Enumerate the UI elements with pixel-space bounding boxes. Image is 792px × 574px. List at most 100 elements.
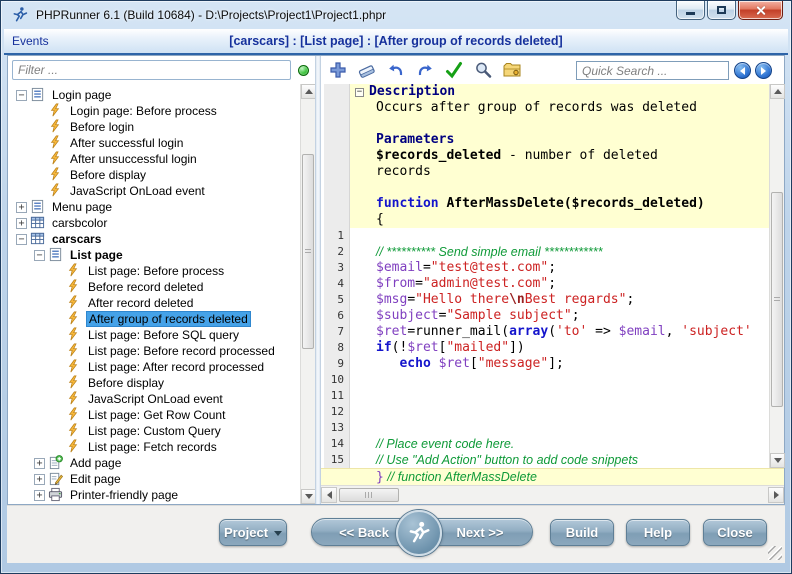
close-window-button[interactable] (738, 1, 783, 20)
project-button[interactable]: Project (219, 519, 287, 546)
code-line[interactable] (350, 372, 769, 388)
code-line[interactable] (350, 420, 769, 436)
arrow-left-icon (326, 491, 332, 499)
expand-toggle-icon[interactable]: + (16, 217, 27, 229)
tree-item[interactable]: After successful login (8, 135, 299, 151)
help-button[interactable]: Help (626, 519, 690, 546)
undo-button[interactable] (385, 59, 407, 81)
tree-item-label: After successful login (70, 136, 184, 150)
collapse-icon[interactable]: − (355, 88, 364, 97)
close-button[interactable]: Close (703, 519, 767, 546)
check-syntax-button[interactable] (443, 59, 465, 81)
line-number: 12 (330, 405, 344, 418)
scroll-up-button[interactable] (301, 84, 315, 99)
editor-scroll-down-button[interactable] (770, 453, 785, 468)
add-page-icon (48, 455, 64, 471)
tree-item[interactable]: + Printer-friendly page (8, 487, 299, 503)
code-lines[interactable]: // ********** Send simple email ********… (350, 228, 769, 468)
find-button[interactable] (472, 59, 494, 81)
editor-text-area[interactable]: − Description Occurs after group of record… (350, 84, 769, 468)
code-token: if (376, 340, 392, 355)
code-token: $ret (407, 340, 439, 355)
back-button[interactable]: << Back (320, 519, 408, 547)
tree-item[interactable]: After record deleted (8, 295, 299, 311)
tree-item[interactable]: − carscars (8, 231, 299, 247)
code-token: = (407, 292, 416, 307)
tree-item[interactable]: + carsbcolor (8, 215, 299, 231)
tree-item[interactable]: List page: Get Row Count (8, 407, 299, 423)
tree-item[interactable]: List page: Before process (8, 263, 299, 279)
redo-button[interactable] (414, 59, 436, 81)
hscrollbar-thumb[interactable] (339, 488, 399, 502)
navigate-forward-button[interactable] (755, 62, 772, 79)
tree-item[interactable]: Before display (8, 167, 299, 183)
tree-item[interactable]: JavaScript OnLoad event (8, 183, 299, 199)
code-line[interactable]: $msg="Hello there\nBest regards"; (350, 292, 769, 308)
code-line[interactable]: $subject="Sample subject"; (350, 308, 769, 324)
collapse-toggle-icon[interactable]: − (34, 249, 45, 261)
tree-item[interactable]: List page: Fetch records (8, 439, 299, 455)
code-line[interactable]: // Place event code here. (350, 436, 769, 452)
quick-search-input[interactable] (576, 61, 729, 80)
code-line[interactable]: $from="admin@test.com"; (350, 276, 769, 292)
tree-item[interactable]: − List page (8, 247, 299, 263)
editor-scroll-up-button[interactable] (770, 84, 785, 99)
code-line[interactable] (350, 228, 769, 244)
snippets-button[interactable] (501, 59, 523, 81)
tree-item[interactable]: List page: Custom Query (8, 423, 299, 439)
breadcrumb: [carscars] : [List page] : [After group … (229, 34, 563, 48)
code-line[interactable]: // ********** Send simple email ********… (350, 244, 769, 260)
scroll-down-button[interactable] (301, 489, 315, 504)
collapse-toggle-icon[interactable]: − (16, 233, 27, 245)
tree-item[interactable]: − Login page (8, 87, 299, 103)
code-line[interactable] (350, 404, 769, 420)
runner-logo-button[interactable] (396, 510, 442, 556)
tree-item[interactable]: After unsuccessful login (8, 151, 299, 167)
tree-item[interactable]: Before login (8, 119, 299, 135)
code-line[interactable]: echo $ret["message"]; (350, 356, 769, 372)
editor-scrollbar-thumb[interactable] (771, 192, 783, 407)
next-button[interactable]: Next >> (436, 519, 524, 547)
code-line[interactable]: $email="test@test.com"; (350, 260, 769, 276)
editor-vscrollbar[interactable] (769, 84, 785, 468)
code-line[interactable]: if(!$ret["mailed"]) (350, 340, 769, 356)
code-line[interactable]: // Use "Add Action" button to add code s… (350, 452, 769, 468)
minimize-button[interactable] (676, 1, 705, 20)
scroll-left-button[interactable] (321, 487, 337, 503)
build-button[interactable]: Build (550, 519, 614, 546)
code-line[interactable] (350, 388, 769, 404)
tree-item[interactable]: List page: Before record processed (8, 343, 299, 359)
scroll-right-button[interactable] (768, 487, 784, 503)
tree-item[interactable]: List page: After record processed (8, 359, 299, 375)
eraser-button[interactable] (356, 59, 378, 81)
expand-toggle-icon[interactable]: + (34, 457, 45, 469)
tree-item[interactable]: + Add page (8, 455, 299, 471)
add-action-button[interactable] (327, 59, 349, 81)
tree-item[interactable]: + Edit page (8, 471, 299, 487)
gutter-blank (324, 84, 349, 100)
tree-item[interactable]: + Menu page (8, 199, 299, 215)
editor-hscrollbar[interactable] (321, 485, 784, 504)
code-line[interactable]: $ret=runner_mail(array('to' => $email, '… (350, 324, 769, 340)
tree-scrollbar[interactable] (300, 84, 315, 504)
tree-item[interactable]: Before display (8, 375, 299, 391)
title-bar[interactable]: PHPRunner 6.1 (Build 10684) - D:\Project… (1, 1, 791, 29)
maximize-button[interactable] (707, 1, 736, 20)
expand-toggle-icon[interactable]: + (16, 201, 27, 213)
tree-item[interactable]: Login page: Before process (8, 103, 299, 119)
expand-toggle-icon[interactable]: + (34, 489, 45, 501)
tree-item[interactable]: After group of records deleted (8, 311, 299, 327)
code-editor[interactable]: 1 2 3 4 5 6 7 8 9 10 11 12 13 14 15 − Description Occurs… (321, 84, 785, 504)
tree-item[interactable]: JavaScript OnLoad event (8, 391, 299, 407)
expand-toggle-icon[interactable]: + (34, 473, 45, 485)
line-number: 7 (337, 325, 344, 338)
description-line (350, 116, 769, 132)
tree-item[interactable]: Before record deleted (8, 279, 299, 295)
scrollbar-thumb[interactable] (302, 154, 314, 349)
resize-grip[interactable] (768, 546, 782, 560)
collapse-toggle-icon[interactable]: − (16, 89, 27, 101)
navigate-back-button[interactable] (734, 62, 751, 79)
filter-input[interactable] (12, 60, 291, 80)
tree-item[interactable]: List page: Before SQL query (8, 327, 299, 343)
